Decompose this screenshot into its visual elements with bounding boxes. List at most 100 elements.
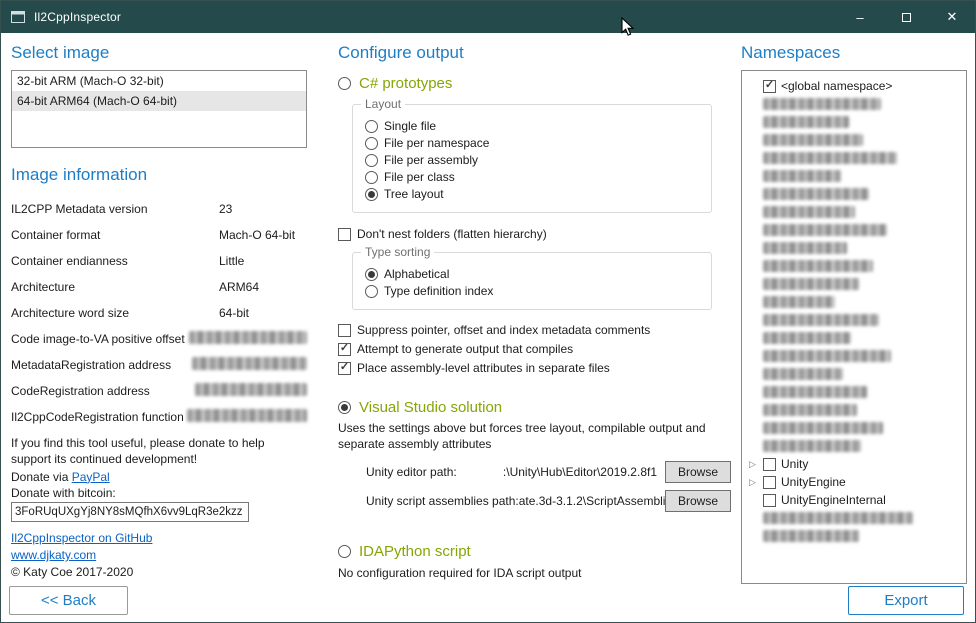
namespace-row[interactable]: <global namespace> <box>747 77 961 95</box>
namespace-row[interactable] <box>747 347 961 365</box>
redacted-namespace <box>763 260 873 272</box>
checkbox-icon <box>338 362 351 375</box>
info-row-label: Container endianness <box>11 254 219 268</box>
redacted-namespace <box>763 296 835 308</box>
radio-icon <box>365 268 378 281</box>
unity-editor-path-value[interactable]: :\Unity\Hub\Editor\2019.2.8f1 <box>457 465 665 479</box>
namespace-row[interactable] <box>747 185 961 203</box>
redacted-namespace <box>763 386 867 398</box>
output-checkbox[interactable]: Place assembly-level attributes in separ… <box>338 361 731 375</box>
radio-option-label: File per assembly <box>384 153 478 167</box>
info-row: IL2CPP Metadata version23 <box>11 196 307 222</box>
expander-icon[interactable]: ▷ <box>747 478 758 487</box>
namespace-row[interactable] <box>747 401 961 419</box>
namespace-row[interactable]: ▷UnityEngine <box>747 473 961 491</box>
namespace-row[interactable] <box>747 95 961 113</box>
namespace-row[interactable] <box>747 167 961 185</box>
back-button[interactable]: << Back <box>9 586 128 615</box>
namespace-list[interactable]: <global namespace> ▷Unity▷UnityEngineUnit… <box>741 70 967 584</box>
unity-editor-browse-button[interactable]: Browse <box>665 461 731 483</box>
output-checkbox[interactable]: Attempt to generate output that compiles <box>338 342 731 356</box>
namespace-checkbox[interactable] <box>763 458 776 471</box>
radio-icon <box>365 188 378 201</box>
image-list-item[interactable]: 32-bit ARM (Mach-O 32-bit) <box>12 71 306 91</box>
visual-studio-label: Visual Studio solution <box>359 399 502 416</box>
namespace-checkbox[interactable] <box>763 494 776 507</box>
visual-studio-radio[interactable]: Visual Studio solution <box>338 399 731 416</box>
info-row: ArchitectureARM64 <box>11 274 307 300</box>
layout-option[interactable]: File per namespace <box>365 136 701 150</box>
layout-option[interactable]: Single file <box>365 119 701 133</box>
bitcoin-address-input[interactable] <box>11 502 249 522</box>
export-button[interactable]: Export <box>848 586 964 615</box>
minimize-icon: – <box>856 10 863 25</box>
namespace-row[interactable] <box>747 509 961 527</box>
unity-script-path-value[interactable]: ate.3d-3.1.2\ScriptAssemblies <box>519 494 665 508</box>
namespace-checkbox[interactable] <box>763 80 776 93</box>
output-checkbox[interactable]: Suppress pointer, offset and index metad… <box>338 323 731 337</box>
redacted-namespace <box>763 530 859 542</box>
namespace-row[interactable]: ▷Unity <box>747 455 961 473</box>
namespace-row[interactable] <box>747 419 961 437</box>
layout-option[interactable]: File per assembly <box>365 153 701 167</box>
redacted-namespace <box>763 512 913 524</box>
redacted-namespace <box>763 170 841 182</box>
minimize-button[interactable]: – <box>837 1 883 33</box>
donate-paypal-line: Donate via PayPal <box>11 470 307 484</box>
namespace-row[interactable] <box>747 437 961 455</box>
namespace-row[interactable] <box>747 149 961 167</box>
namespace-row[interactable]: UnityEngineInternal <box>747 491 961 509</box>
info-row: Il2CppCodeRegistration function <box>11 404 307 430</box>
maximize-button[interactable] <box>883 1 929 33</box>
redacted-namespace <box>763 278 859 290</box>
info-row-value: Little <box>219 254 307 268</box>
namespace-row[interactable] <box>747 527 961 545</box>
csharp-prototypes-radio[interactable]: C# prototypes <box>338 75 731 92</box>
paypal-link[interactable]: PayPal <box>72 470 110 484</box>
namespace-row[interactable] <box>747 293 961 311</box>
radio-icon <box>365 171 378 184</box>
namespace-row[interactable] <box>747 365 961 383</box>
namespace-row[interactable] <box>747 203 961 221</box>
idapython-radio[interactable]: IDAPython script <box>338 543 731 560</box>
website-link[interactable]: www.djkaty.com <box>11 547 307 564</box>
type-sorting-option[interactable]: Alphabetical <box>365 267 701 281</box>
image-list-item[interactable]: 64-bit ARM64 (Mach-O 64-bit) <box>12 91 306 111</box>
type-sorting-option[interactable]: Type definition index <box>365 284 701 298</box>
info-row-value: Mach-O 64-bit <box>219 228 307 242</box>
expander-icon[interactable]: ▷ <box>747 460 758 469</box>
radio-icon <box>338 77 351 90</box>
unity-script-browse-button[interactable]: Browse <box>665 490 731 512</box>
redacted-value <box>195 383 307 396</box>
namespaces-heading: Namespaces <box>741 43 967 63</box>
info-row-value <box>187 409 307 425</box>
redacted-namespace <box>763 116 849 128</box>
visual-studio-description: Uses the settings above but forces tree … <box>338 420 730 452</box>
namespace-row[interactable] <box>747 239 961 257</box>
flatten-checkbox[interactable]: Don't nest folders (flatten hierarchy) <box>338 227 731 241</box>
info-row: Container formatMach-O 64-bit <box>11 222 307 248</box>
namespace-row[interactable] <box>747 257 961 275</box>
layout-option[interactable]: File per class <box>365 170 701 184</box>
image-information-heading: Image information <box>11 165 307 185</box>
layout-option[interactable]: Tree layout <box>365 187 701 201</box>
namespace-checkbox[interactable] <box>763 476 776 489</box>
csharp-checkboxes: Suppress pointer, offset and index metad… <box>338 323 731 375</box>
namespace-row[interactable] <box>747 383 961 401</box>
namespace-row[interactable] <box>747 113 961 131</box>
namespace-row[interactable] <box>747 131 961 149</box>
radio-option-label: Single file <box>384 119 436 133</box>
output-checkbox-label: Place assembly-level attributes in separ… <box>357 361 610 375</box>
close-button[interactable]: ✕ <box>929 1 975 33</box>
namespace-row[interactable] <box>747 221 961 239</box>
redacted-namespace <box>763 134 863 146</box>
radio-option-label: File per namespace <box>384 136 489 150</box>
maximize-icon <box>902 13 911 22</box>
image-information-table: IL2CPP Metadata version23Container forma… <box>11 196 307 430</box>
namespace-row[interactable] <box>747 311 961 329</box>
namespace-row[interactable] <box>747 329 961 347</box>
namespace-row[interactable] <box>747 275 961 293</box>
github-link[interactable]: Il2CppInspector on GitHub <box>11 530 307 547</box>
select-image-list[interactable]: 32-bit ARM (Mach-O 32-bit)64-bit ARM64 (… <box>11 70 307 148</box>
info-row: CodeRegistration address <box>11 378 307 404</box>
